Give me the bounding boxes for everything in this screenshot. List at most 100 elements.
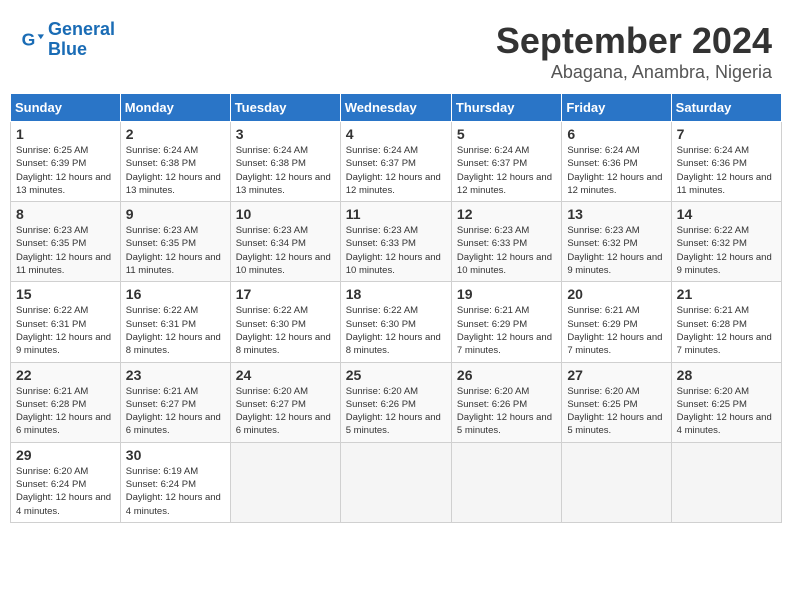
day-number: 2 [126,126,225,142]
day-info: Sunrise: 6:25 AM Sunset: 6:39 PM Dayligh… [16,144,115,197]
calendar-cell: 18 Sunrise: 6:22 AM Sunset: 6:30 PM Dayli… [340,282,451,362]
day-number: 20 [567,286,665,302]
day-number: 8 [16,206,115,222]
calendar-cell: 13 Sunrise: 6:23 AM Sunset: 6:32 PM Dayli… [562,202,671,282]
calendar-cell: 10 Sunrise: 6:23 AM Sunset: 6:34 PM Dayli… [230,202,340,282]
day-info: Sunrise: 6:20 AM Sunset: 6:26 PM Dayligh… [346,385,446,438]
day-number: 19 [457,286,556,302]
day-info: Sunrise: 6:22 AM Sunset: 6:30 PM Dayligh… [236,304,335,357]
day-info: Sunrise: 6:24 AM Sunset: 6:37 PM Dayligh… [457,144,556,197]
day-info: Sunrise: 6:22 AM Sunset: 6:31 PM Dayligh… [126,304,225,357]
day-number: 17 [236,286,335,302]
day-number: 13 [567,206,665,222]
day-number: 28 [677,367,776,383]
day-number: 4 [346,126,446,142]
day-info: Sunrise: 6:20 AM Sunset: 6:24 PM Dayligh… [16,465,115,518]
calendar-cell: 11 Sunrise: 6:23 AM Sunset: 6:33 PM Dayli… [340,202,451,282]
day-number: 11 [346,206,446,222]
day-info: Sunrise: 6:23 AM Sunset: 6:32 PM Dayligh… [567,224,665,277]
day-number: 1 [16,126,115,142]
day-info: Sunrise: 6:23 AM Sunset: 6:34 PM Dayligh… [236,224,335,277]
header-wednesday: Wednesday [340,94,451,122]
day-info: Sunrise: 6:21 AM Sunset: 6:27 PM Dayligh… [126,385,225,438]
month-title: September 2024 [496,20,772,62]
day-info: Sunrise: 6:20 AM Sunset: 6:25 PM Dayligh… [567,385,665,438]
day-info: Sunrise: 6:22 AM Sunset: 6:31 PM Dayligh… [16,304,115,357]
day-info: Sunrise: 6:22 AM Sunset: 6:30 PM Dayligh… [346,304,446,357]
day-info: Sunrise: 6:21 AM Sunset: 6:28 PM Dayligh… [677,304,776,357]
calendar-cell [562,442,671,522]
calendar-cell: 12Sunrise: 6:23 AM Sunset: 6:33 PM Dayli… [451,202,561,282]
calendar-header-row: SundayMondayTuesdayWednesdayThursdayFrid… [11,94,782,122]
calendar-cell: 17 Sunrise: 6:22 AM Sunset: 6:30 PM Dayli… [230,282,340,362]
day-info: Sunrise: 6:23 AM Sunset: 6:35 PM Dayligh… [126,224,225,277]
day-info: Sunrise: 6:24 AM Sunset: 6:37 PM Dayligh… [346,144,446,197]
header-sunday: Sunday [11,94,121,122]
day-number: 18 [346,286,446,302]
logo-general: General [48,19,115,39]
calendar-cell: 7 Sunrise: 6:24 AM Sunset: 6:36 PM Daylig… [671,122,781,202]
calendar-cell: 25 Sunrise: 6:20 AM Sunset: 6:26 PM Dayli… [340,362,451,442]
calendar-cell: 23 Sunrise: 6:21 AM Sunset: 6:27 PM Dayli… [120,362,230,442]
calendar-cell: 21 Sunrise: 6:21 AM Sunset: 6:28 PM Dayli… [671,282,781,362]
day-number: 26 [457,367,556,383]
calendar-cell: 29 Sunrise: 6:20 AM Sunset: 6:24 PM Dayli… [11,442,121,522]
calendar-cell: 9 Sunrise: 6:23 AM Sunset: 6:35 PM Daylig… [120,202,230,282]
day-number: 21 [677,286,776,302]
day-info: Sunrise: 6:21 AM Sunset: 6:28 PM Dayligh… [16,385,115,438]
calendar-cell: 28Sunrise: 6:20 AM Sunset: 6:25 PM Dayli… [671,362,781,442]
day-number: 30 [126,447,225,463]
calendar-cell: 20Sunrise: 6:21 AM Sunset: 6:29 PM Dayli… [562,282,671,362]
day-number: 6 [567,126,665,142]
calendar-cell: 2 Sunrise: 6:24 AM Sunset: 6:38 PM Daylig… [120,122,230,202]
calendar-cell [230,442,340,522]
calendar-cell: 24 Sunrise: 6:20 AM Sunset: 6:27 PM Dayli… [230,362,340,442]
calendar-cell: 27 Sunrise: 6:20 AM Sunset: 6:25 PM Dayli… [562,362,671,442]
week-row-2: 8 Sunrise: 6:23 AM Sunset: 6:35 PM Daylig… [11,202,782,282]
header-thursday: Thursday [451,94,561,122]
day-number: 27 [567,367,665,383]
calendar-cell: 19 Sunrise: 6:21 AM Sunset: 6:29 PM Dayli… [451,282,561,362]
day-number: 15 [16,286,115,302]
day-number: 25 [346,367,446,383]
logo-icon: G [20,28,44,52]
calendar-cell: 4 Sunrise: 6:24 AM Sunset: 6:37 PM Daylig… [340,122,451,202]
day-number: 22 [16,367,115,383]
logo: G General Blue [20,20,115,60]
calendar-cell: 6 Sunrise: 6:24 AM Sunset: 6:36 PM Daylig… [562,122,671,202]
logo-text: General Blue [48,20,115,60]
calendar-cell: 30 Sunrise: 6:19 AM Sunset: 6:24 PM Dayli… [120,442,230,522]
calendar-cell: 3 Sunrise: 6:24 AM Sunset: 6:38 PM Daylig… [230,122,340,202]
day-number: 3 [236,126,335,142]
calendar-cell: 26 Sunrise: 6:20 AM Sunset: 6:26 PM Dayli… [451,362,561,442]
day-number: 24 [236,367,335,383]
day-info: Sunrise: 6:19 AM Sunset: 6:24 PM Dayligh… [126,465,225,518]
day-number: 29 [16,447,115,463]
calendar-cell: 15 Sunrise: 6:22 AM Sunset: 6:31 PM Dayli… [11,282,121,362]
day-info: Sunrise: 6:23 AM Sunset: 6:33 PM Dayligh… [346,224,446,277]
day-info: Sunrise: 6:22 AM Sunset: 6:32 PM Dayligh… [677,224,776,277]
day-number: 9 [126,206,225,222]
calendar-cell: 22 Sunrise: 6:21 AM Sunset: 6:28 PM Dayli… [11,362,121,442]
day-number: 7 [677,126,776,142]
calendar-cell: 5Sunrise: 6:24 AM Sunset: 6:37 PM Daylig… [451,122,561,202]
day-info: Sunrise: 6:24 AM Sunset: 6:38 PM Dayligh… [126,144,225,197]
week-row-5: 29 Sunrise: 6:20 AM Sunset: 6:24 PM Dayli… [11,442,782,522]
day-info: Sunrise: 6:21 AM Sunset: 6:29 PM Dayligh… [457,304,556,357]
day-number: 10 [236,206,335,222]
calendar-cell: 8Sunrise: 6:23 AM Sunset: 6:35 PM Daylig… [11,202,121,282]
day-info: Sunrise: 6:20 AM Sunset: 6:26 PM Dayligh… [457,385,556,438]
title-section: September 2024 Abagana, Anambra, Nigeria [496,20,772,83]
week-row-4: 22 Sunrise: 6:21 AM Sunset: 6:28 PM Dayli… [11,362,782,442]
calendar-cell: 1 Sunrise: 6:25 AM Sunset: 6:39 PM Daylig… [11,122,121,202]
day-number: 23 [126,367,225,383]
day-info: Sunrise: 6:24 AM Sunset: 6:36 PM Dayligh… [567,144,665,197]
day-info: Sunrise: 6:20 AM Sunset: 6:27 PM Dayligh… [236,385,335,438]
header-friday: Friday [562,94,671,122]
day-number: 12 [457,206,556,222]
day-info: Sunrise: 6:24 AM Sunset: 6:36 PM Dayligh… [677,144,776,197]
calendar-cell [671,442,781,522]
day-info: Sunrise: 6:24 AM Sunset: 6:38 PM Dayligh… [236,144,335,197]
calendar-cell: 16Sunrise: 6:22 AM Sunset: 6:31 PM Dayli… [120,282,230,362]
page-header: G General Blue September 2024 Abagana, A… [10,10,782,88]
